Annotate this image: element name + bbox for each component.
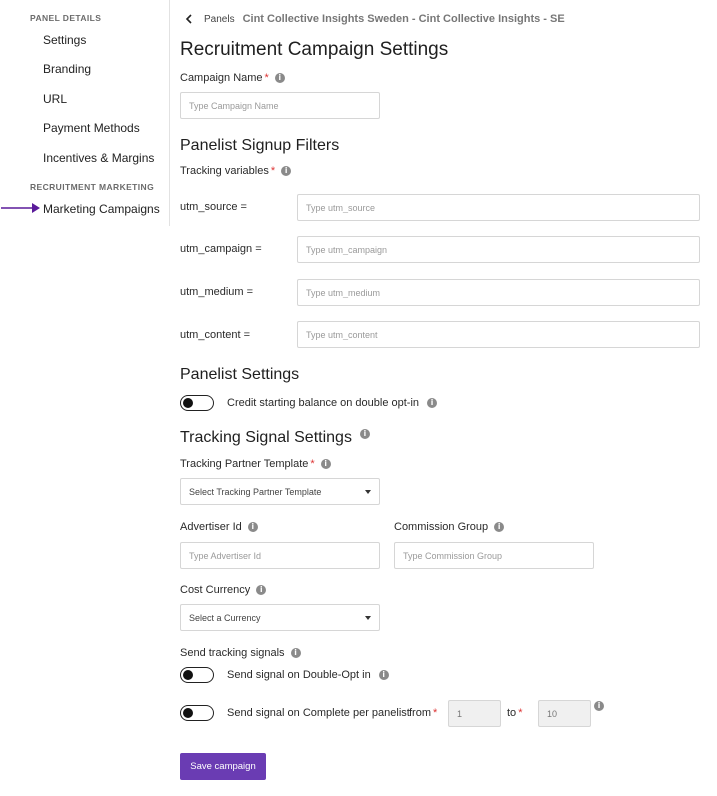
- required-asterisk: *: [433, 707, 438, 719]
- complete-signal-toggle[interactable]: [180, 705, 214, 721]
- utm-content-input[interactable]: [297, 321, 700, 348]
- send-tracking-signals-label-text: Send tracking signals: [180, 647, 285, 659]
- signup-filters-title: Panelist Signup Filters: [180, 137, 340, 154]
- page-title: Recruitment Campaign Settings: [180, 39, 449, 60]
- partner-template-label-text: Tracking Partner Template: [180, 458, 309, 470]
- required-asterisk: *: [518, 707, 523, 719]
- save-campaign-button[interactable]: Save campaign: [180, 753, 266, 780]
- sidebar-item-marketing-campaigns[interactable]: Marketing Campaigns: [43, 202, 160, 216]
- from-input[interactable]: [448, 700, 501, 727]
- tracking-variables-label-text: Tracking variables: [180, 165, 269, 177]
- partner-template-label: Tracking Partner Template * i: [180, 458, 331, 470]
- info-icon[interactable]: i: [494, 522, 505, 532]
- double-optin-signal-label-text: Send signal on Double-Opt in: [227, 669, 371, 681]
- info-icon[interactable]: i: [281, 166, 292, 176]
- breadcrumb-current: Cint Collective Insights Sweden - Cint C…: [242, 13, 565, 25]
- required-asterisk: *: [264, 72, 269, 84]
- campaign-name-label: Campaign Name * i: [180, 72, 285, 84]
- toggle-knob: [183, 707, 193, 718]
- info-icon[interactable]: i: [256, 585, 267, 595]
- info-icon[interactable]: i: [359, 429, 370, 439]
- pointer-arrow-icon: [1, 203, 40, 213]
- back-chevron-icon[interactable]: [183, 11, 195, 27]
- campaign-name-label-text: Campaign Name: [180, 72, 263, 84]
- info-icon[interactable]: i: [247, 522, 258, 532]
- tracking-signal-title-text: Tracking Signal Settings: [180, 429, 352, 446]
- commission-group-input[interactable]: [394, 542, 594, 569]
- sidebar-item-incentives-margins[interactable]: Incentives & Margins: [43, 151, 154, 165]
- to-label-text: to: [507, 707, 517, 719]
- campaign-name-input[interactable]: [180, 92, 380, 119]
- tracking-variables-label: Tracking variables * i: [180, 165, 292, 177]
- panel-details-heading: PANEL DETAILS: [30, 13, 102, 23]
- info-icon[interactable]: i: [320, 459, 331, 469]
- utm-campaign-input[interactable]: [297, 236, 700, 263]
- cost-currency-select[interactable]: Select a Currency: [180, 604, 380, 631]
- panelist-settings-title: Panelist Settings: [180, 366, 300, 383]
- recruitment-marketing-heading: RECRUITMENT MARKETING: [30, 182, 155, 192]
- info-icon[interactable]: i: [274, 73, 285, 83]
- advertiser-id-label-text: Advertiser Id: [180, 521, 242, 533]
- sidebar-item-url[interactable]: URL: [43, 92, 67, 106]
- utm-source-input[interactable]: [297, 194, 700, 221]
- advertiser-id-input[interactable]: [180, 542, 380, 569]
- utm-content-label: utm_content =: [180, 329, 251, 341]
- utm-medium-label: utm_medium =: [180, 286, 254, 298]
- commission-group-label-text: Commission Group: [394, 521, 489, 533]
- partner-template-select-value: Select Tracking Partner Template: [189, 486, 322, 497]
- cost-currency-select-value: Select a Currency: [189, 612, 261, 623]
- required-asterisk: *: [270, 165, 276, 177]
- complete-signal-label: Send signal on Complete per panelist: [227, 707, 410, 719]
- from-label: from *: [409, 707, 437, 719]
- cost-currency-label-text: Cost Currency: [180, 584, 251, 596]
- cost-currency-label: Cost Currency i: [180, 584, 267, 596]
- to-label: to *: [507, 707, 522, 719]
- info-icon[interactable]: i: [427, 398, 438, 408]
- credit-balance-label: Credit starting balance on double opt-in…: [227, 397, 438, 409]
- info-icon[interactable]: i: [290, 648, 301, 658]
- advertiser-id-label: Advertiser Id i: [180, 521, 258, 533]
- commission-group-label: Commission Group i: [394, 521, 505, 533]
- credit-balance-label-text: Credit starting balance on double opt-in: [227, 397, 420, 409]
- breadcrumb: Panels Cint Collective Insights Sweden -…: [183, 11, 565, 27]
- sidebar: PANEL DETAILS Settings Branding URL Paym…: [0, 0, 170, 226]
- credit-balance-toggle[interactable]: [180, 395, 214, 411]
- info-icon[interactable]: i: [378, 670, 389, 680]
- utm-source-label: utm_source =: [180, 201, 247, 213]
- required-asterisk: *: [310, 458, 315, 470]
- send-tracking-signals-label: Send tracking signals i: [180, 647, 301, 659]
- tracking-signal-title: Tracking Signal Settings i: [180, 429, 370, 447]
- sidebar-item-payment-methods[interactable]: Payment Methods: [43, 121, 140, 135]
- info-icon[interactable]: i: [594, 701, 604, 711]
- double-optin-signal-label: Send signal on Double-Opt in i: [227, 669, 389, 681]
- double-optin-signal-toggle[interactable]: [180, 667, 214, 683]
- breadcrumb-panels-link[interactable]: Panels: [204, 14, 235, 25]
- sidebar-item-settings[interactable]: Settings: [43, 33, 86, 47]
- partner-template-select[interactable]: Select Tracking Partner Template: [180, 478, 380, 505]
- toggle-knob: [183, 397, 193, 408]
- caret-down-icon: [365, 615, 371, 620]
- toggle-knob: [183, 669, 193, 680]
- to-input[interactable]: [538, 700, 591, 727]
- utm-medium-input[interactable]: [297, 279, 700, 306]
- from-label-text: from: [409, 707, 431, 719]
- caret-down-icon: [365, 489, 371, 494]
- sidebar-item-branding[interactable]: Branding: [43, 62, 91, 76]
- utm-campaign-label: utm_campaign =: [180, 243, 262, 255]
